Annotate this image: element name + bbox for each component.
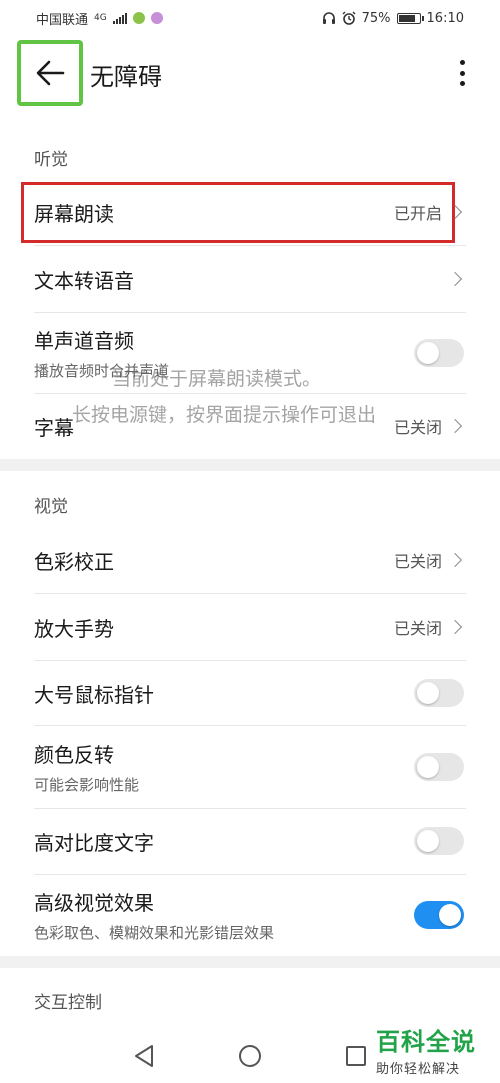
- signal-icon: [112, 12, 127, 24]
- row-high-contrast[interactable]: 高对比度文字: [34, 809, 464, 873]
- app-icon-green: [132, 12, 145, 24]
- row-title: 文本转语音: [34, 268, 134, 293]
- row-advanced-visual[interactable]: 高级视觉效果 色彩取色、模糊效果和光影错层效果: [34, 875, 464, 955]
- row-title: 色彩校正: [34, 549, 114, 574]
- row-subtitle: 色彩取色、模糊效果和光影错层效果: [34, 924, 275, 942]
- battery-percent: 75%: [361, 10, 391, 26]
- row-text-to-speech[interactable]: 文本转语音: [34, 246, 464, 312]
- color-inversion-toggle[interactable]: [414, 753, 464, 781]
- nav-recent-icon[interactable]: [346, 1046, 366, 1066]
- row-title: 字幕: [34, 415, 74, 440]
- network-type: 4G: [94, 13, 107, 23]
- section-separator: [0, 459, 500, 471]
- high-contrast-toggle[interactable]: [414, 827, 464, 855]
- chevron-right-icon: [447, 619, 463, 635]
- row-screen-reader[interactable]: 屏幕朗读 已开启: [34, 182, 464, 242]
- row-title: 高级视觉效果: [34, 891, 154, 915]
- app-header: 无障碍: [0, 38, 500, 108]
- section-interaction: 交互控制: [34, 993, 102, 1013]
- alarm-icon: [342, 11, 356, 25]
- more-vertical-icon: [459, 60, 465, 65]
- headset-icon: [322, 12, 335, 24]
- page-title: 无障碍: [90, 63, 162, 91]
- row-value: 已关闭: [393, 619, 442, 638]
- row-magnification[interactable]: 放大手势 已关闭: [34, 594, 464, 660]
- row-title: 放大手势: [34, 616, 114, 641]
- row-value: 已开启: [393, 204, 442, 223]
- row-title: 高对比度文字: [34, 830, 154, 855]
- carrier-label: 中国联通: [36, 12, 89, 28]
- row-color-inversion[interactable]: 颜色反转 可能会影响性能: [34, 726, 464, 808]
- row-title: 颜色反转: [34, 743, 114, 767]
- row-title: 屏幕朗读: [34, 201, 114, 226]
- back-button[interactable]: [17, 40, 83, 106]
- app-icon-purple: [150, 12, 163, 24]
- more-options-button[interactable]: [452, 56, 472, 90]
- chevron-right-icon: [447, 552, 463, 568]
- row-color-correction[interactable]: 色彩校正 已关闭: [34, 527, 464, 593]
- advanced-visual-toggle[interactable]: [414, 901, 464, 929]
- nav-back-icon[interactable]: [133, 1044, 155, 1068]
- clock: 16:10: [426, 10, 464, 26]
- large-pointer-toggle[interactable]: [414, 679, 464, 707]
- watermark-subtitle: 助你轻松解决: [376, 1062, 461, 1077]
- row-value: 已关闭: [393, 552, 442, 571]
- watermark-title: 百科全说: [376, 1028, 476, 1056]
- chevron-right-icon: [447, 204, 463, 220]
- nav-home-icon[interactable]: [239, 1045, 261, 1067]
- chevron-right-icon: [447, 418, 463, 434]
- screen-reader-overlay-line1: 当前处于屏幕朗读模式。: [112, 368, 322, 390]
- status-bar: 中国联通 4G 75% 16:10: [0, 0, 500, 36]
- mono-audio-toggle[interactable]: [414, 339, 464, 367]
- row-value: 已关闭: [393, 418, 442, 437]
- battery-icon: [396, 12, 424, 24]
- row-title: 大号鼠标指针: [34, 682, 154, 707]
- section-separator: [0, 956, 500, 968]
- row-subtitle: 可能会影响性能: [34, 776, 140, 794]
- row-large-pointer[interactable]: 大号鼠标指针: [34, 661, 464, 725]
- section-hearing: 听觉: [34, 150, 68, 170]
- chevron-right-icon: [447, 271, 463, 287]
- arrow-left-icon: [36, 60, 65, 86]
- watermark-logo: 百科全说 助你轻松解决: [376, 1022, 476, 1077]
- section-vision: 视觉: [34, 497, 68, 517]
- screen-reader-overlay-line2: 长按电源键，按界面提示操作可退出: [72, 404, 377, 426]
- row-title: 单声道音频: [34, 329, 134, 353]
